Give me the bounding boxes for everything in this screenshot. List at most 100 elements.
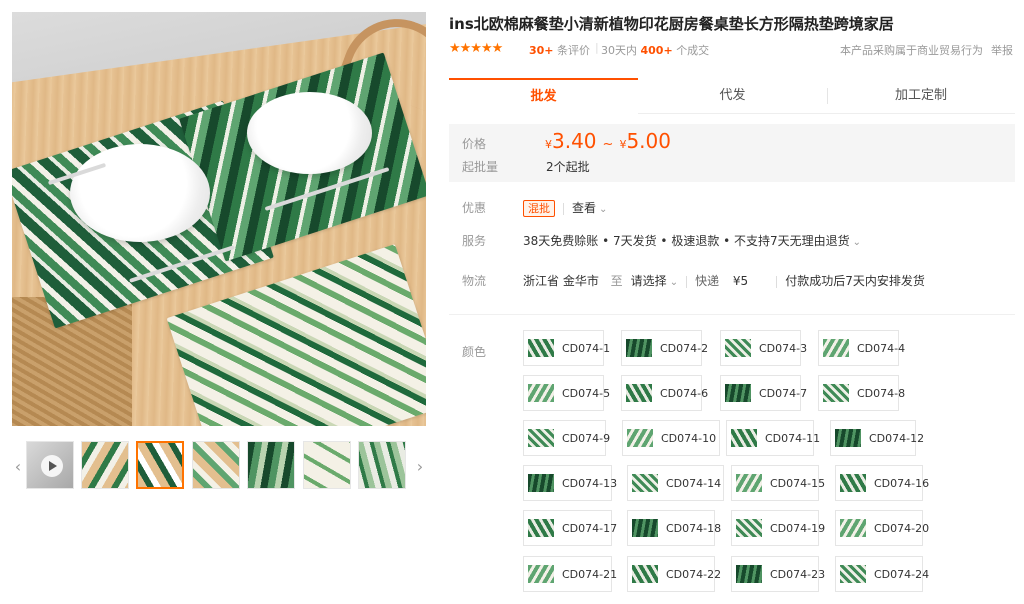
color-option-label: CD074-23 [770, 567, 826, 581]
color-option[interactable]: CD074-18 [627, 510, 721, 546]
main-product-image[interactable] [12, 12, 426, 426]
color-option[interactable]: CD074-14 [627, 465, 724, 501]
color-option[interactable]: CD074-3 [720, 330, 807, 366]
color-swatch [731, 429, 757, 447]
thumbnail[interactable] [303, 441, 351, 489]
color-option-label: CD074-14 [666, 476, 722, 490]
thumbnail[interactable] [81, 441, 129, 489]
color-option[interactable]: CD074-8 [818, 375, 905, 411]
sales-suffix: 个成交 [676, 44, 710, 57]
play-icon [41, 455, 63, 477]
color-option-label: CD074-12 [869, 431, 925, 445]
price-min: 3.40 [552, 129, 597, 153]
price-separator: ~ [602, 137, 614, 152]
tab-wholesale[interactable]: 批发 [449, 78, 638, 114]
image-plate [247, 92, 372, 174]
price-range: ¥3.40 ~ ¥5.00 [545, 129, 671, 153]
color-option[interactable]: CD074-19 [731, 510, 825, 546]
review-link[interactable]: 30+ 条评价 [529, 42, 590, 58]
thumbnail-video[interactable] [26, 441, 74, 489]
color-swatch [823, 384, 849, 402]
thumbnail-active[interactable] [136, 441, 184, 489]
color-option[interactable]: CD074-13 [523, 465, 617, 501]
chevron-left-icon[interactable]: ‹ [12, 441, 24, 491]
rating-row: ★★★★★ 30+ 条评价 | 30天内 400+ 个成交 本产品采购属于商业贸… [449, 41, 1019, 59]
color-swatch [736, 565, 762, 583]
chevron-down-icon: ⌄ [669, 277, 679, 288]
logistics-row: 物流 浙江省 金华市 至请选择 ⌄ 快递 ¥5 付款成功后7天内安排发货 [462, 272, 925, 289]
logistics-origin: 浙江省 金华市 [523, 274, 599, 288]
color-option[interactable]: CD074-15 [731, 465, 825, 501]
color-option[interactable]: CD074-17 [523, 510, 617, 546]
product-title: ins北欧棉麻餐垫小清新植物印花厨房餐桌垫长方形隔热垫跨境家居 [449, 15, 894, 33]
thumbnail-image [82, 442, 128, 488]
thumbnail[interactable] [358, 441, 406, 489]
color-option[interactable]: CD074-21 [523, 556, 617, 592]
thumbnail-image [138, 443, 182, 487]
tab-dropship[interactable]: 代发 [638, 78, 827, 114]
color-option[interactable]: CD074-10 [622, 420, 720, 456]
color-option[interactable]: CD074-16 [835, 465, 929, 501]
color-option[interactable]: CD074-4 [818, 330, 905, 366]
promo-badge: 混批 [523, 200, 555, 217]
color-option[interactable]: CD074-7 [720, 375, 807, 411]
color-option-label: CD074-11 [765, 431, 821, 445]
color-swatch [626, 339, 652, 357]
color-option-label: CD074-21 [562, 567, 618, 581]
color-option[interactable]: CD074-9 [523, 420, 610, 456]
color-swatch [725, 384, 751, 402]
color-option[interactable]: CD074-12 [830, 420, 924, 456]
color-swatch [632, 474, 658, 492]
color-option-label: CD074-18 [666, 521, 722, 535]
logistics-dest: 请选择 [630, 274, 667, 288]
color-option-label: CD074-9 [562, 431, 611, 445]
logistics-dest-select[interactable]: 请选择 ⌄ [631, 274, 678, 288]
meta-separator: | [595, 41, 599, 54]
report-link[interactable]: 举报 [991, 42, 1013, 58]
image-plate [70, 144, 210, 242]
thumbnail[interactable] [192, 441, 240, 489]
logistics-fee: ¥5 [732, 274, 749, 288]
color-option[interactable]: CD074-1 [523, 330, 610, 366]
tab-custom-processing[interactable]: 加工定制 [827, 78, 1015, 114]
logistics-to: 至 [610, 274, 623, 288]
price-label: 价格 [462, 137, 487, 151]
service-text: 38天免费赊账 • 7天发货 • 极速退款 • 不支持7天无理由退货 [523, 234, 850, 248]
service-label: 服务 [462, 234, 487, 248]
color-option-label: CD074-5 [562, 386, 611, 400]
color-option[interactable]: CD074-24 [835, 556, 929, 592]
color-swatch [528, 519, 554, 537]
color-option-label: CD074-13 [562, 476, 618, 490]
color-option[interactable]: CD074-6 [621, 375, 708, 411]
color-option[interactable]: CD074-11 [726, 420, 820, 456]
section-divider [449, 314, 1015, 315]
color-swatch [736, 474, 762, 492]
thumbnail[interactable] [247, 441, 295, 489]
color-option-label: CD074-2 [660, 341, 709, 355]
color-option-label: CD074-22 [666, 567, 722, 581]
color-option-label: CD074-1 [562, 341, 611, 355]
chevron-right-icon[interactable]: › [414, 441, 426, 491]
color-option[interactable]: CD074-22 [627, 556, 721, 592]
chevron-down-icon[interactable]: ⌄ [853, 237, 861, 248]
color-swatch [736, 519, 762, 537]
logistics-note: 付款成功后7天内安排发货 [785, 274, 925, 288]
color-option[interactable]: CD074-2 [621, 330, 708, 366]
thumbnail-image [359, 442, 405, 488]
color-swatch [835, 429, 861, 447]
promo-view-link[interactable]: 查看 ⌄ [572, 201, 607, 215]
promo-label: 优惠 [462, 201, 487, 215]
promo-row: 优惠 混批 查看 ⌄ [462, 199, 607, 217]
color-option-label: CD074-20 [874, 521, 930, 535]
color-option-label: CD074-4 [857, 341, 906, 355]
color-option-label: CD074-8 [857, 386, 906, 400]
color-option-label: CD074-17 [562, 521, 618, 535]
logistics-label: 物流 [462, 274, 487, 288]
currency-symbol: ¥ [545, 138, 552, 151]
color-option[interactable]: CD074-23 [731, 556, 825, 592]
color-option[interactable]: CD074-5 [523, 375, 610, 411]
color-option[interactable]: CD074-20 [835, 510, 929, 546]
color-swatch [528, 474, 554, 492]
thumbnail-image [193, 442, 239, 488]
color-swatch [626, 384, 652, 402]
